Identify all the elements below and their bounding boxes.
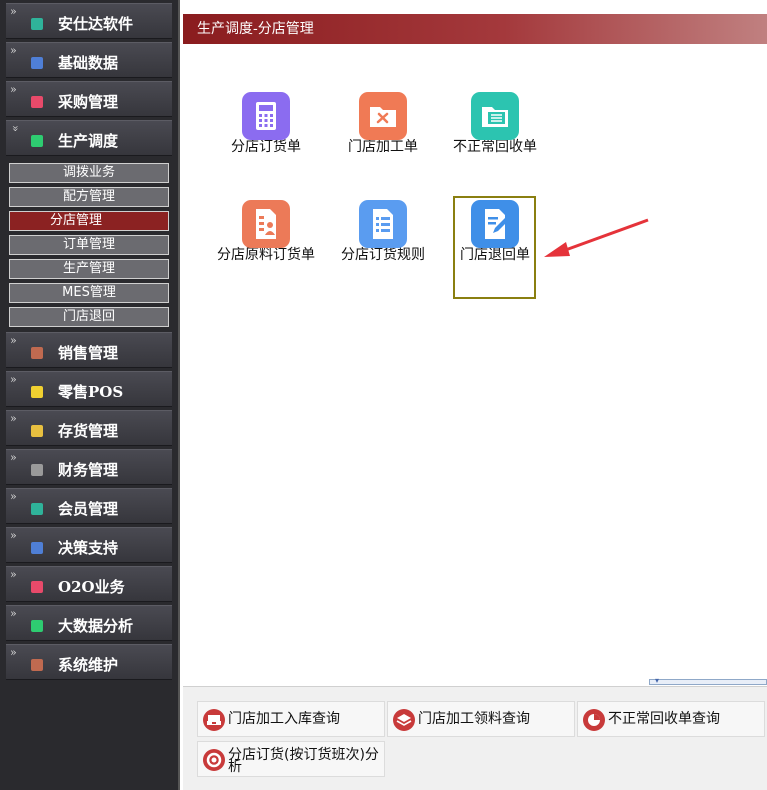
quick-link-label: 不正常回收单查询 (608, 711, 720, 727)
submenu-item-branch-management[interactable]: 分店管理 (9, 211, 169, 231)
double-chevron-icon: » (10, 490, 17, 503)
submenu-item-store-return[interactable]: 门店退回 (9, 307, 169, 327)
annotation-arrow-icon (544, 218, 649, 257)
page-title-bar: 生产调度-分店管理 (183, 14, 767, 44)
layers-icon (393, 709, 415, 731)
sidebar-item-retail-pos[interactable]: » 零售POS (6, 371, 172, 407)
sidebar-item-label: 决策支持 (58, 539, 119, 557)
sidebar-item-label: 采购管理 (58, 93, 119, 111)
submenu-item-mes[interactable]: MES管理 (9, 283, 169, 303)
tile-label: 分店原料订货单 (217, 247, 315, 263)
horizontal-scrollbar[interactable]: ▾ (649, 676, 767, 685)
tray-icon (203, 709, 225, 731)
quick-link-store-processing-material[interactable]: 门店加工领料查询 (387, 701, 575, 737)
green-box-icon (31, 620, 43, 632)
quick-link-branch-order-analysis[interactable]: 分店订货(按订货班次)分析 (197, 741, 385, 777)
submenu-item-orders[interactable]: 订单管理 (9, 235, 169, 255)
quick-link-label: 门店加工入库查询 (228, 711, 340, 727)
pie-chart-icon (583, 709, 605, 731)
double-chevron-icon: » (10, 373, 17, 386)
sidebar-item-basic-data[interactable]: » 基础数据 (6, 42, 172, 78)
double-chevron-icon: » (10, 646, 17, 659)
quick-link-label: 分店订货(按订货班次)分析 (228, 747, 379, 775)
tile-branch-material-order[interactable]: 分店原料订货单 (216, 200, 316, 263)
page-title: 生产调度-分店管理 (197, 21, 314, 37)
sidebar-item-system-maintenance[interactable]: » 系统维护 (6, 644, 172, 680)
sidebar-item-production[interactable]: » 生产调度 (6, 120, 172, 156)
quick-link-abnormal-recovery-query[interactable]: 不正常回收单查询 (577, 701, 765, 737)
double-chevron-icon: » (10, 44, 17, 57)
submenu-item-recipe[interactable]: 配方管理 (9, 187, 169, 207)
sidebar-item-label: 销售管理 (58, 344, 119, 362)
gray-box-icon (31, 464, 43, 476)
sidebar: » 安仕达软件 » 基础数据 » 采购管理 » 生产调度 调拨业务 配方管理 分… (0, 0, 180, 790)
sidebar-item-label: 基础数据 (58, 54, 119, 72)
double-chevron-icon: » (10, 607, 17, 620)
blue-box-icon (31, 542, 43, 554)
sidebar-item-members[interactable]: » 会员管理 (6, 488, 172, 524)
double-chevron-icon: » (10, 451, 17, 464)
sidebar-item-label: 会员管理 (58, 500, 119, 518)
quick-link-label: 门店加工领料查询 (418, 711, 530, 727)
double-chevron-icon: » (10, 334, 17, 347)
calculator-icon (242, 92, 290, 140)
double-chevron-icon: » (10, 568, 17, 581)
user-document-icon (242, 200, 290, 248)
submenu-item-production[interactable]: 生产管理 (9, 259, 169, 279)
double-chevron-icon: » (10, 412, 17, 425)
green-box-icon (31, 135, 43, 147)
scroll-arrow-icon: ▾ (655, 676, 660, 685)
submenu-item-transfer[interactable]: 调拨业务 (9, 163, 169, 183)
pink-box-icon (31, 581, 43, 593)
folder-list-icon (471, 92, 519, 140)
yellow-box-icon (31, 386, 43, 398)
tile-label: 分店订货规则 (341, 247, 425, 263)
sidebar-item-o2o[interactable]: » O2O业务 (6, 566, 172, 602)
sidebar-item-label: 安仕达软件 (58, 15, 134, 33)
tile-branch-order-rules[interactable]: 分店订货规则 (333, 200, 433, 263)
double-chevron-icon: » (10, 529, 17, 542)
sidebar-item-label: 系统维护 (58, 656, 119, 674)
gold-box-icon (31, 425, 43, 437)
tile-label: 门店加工单 (348, 139, 418, 155)
sidebar-item-label: O2O业务 (58, 578, 125, 596)
sidebar-item-anshida-software[interactable]: » 安仕达软件 (6, 3, 172, 39)
sidebar-item-label: 零售POS (58, 383, 124, 401)
sidebar-item-purchasing[interactable]: » 采购管理 (6, 81, 172, 117)
lifebuoy-icon (203, 749, 225, 771)
checklist-icon (359, 200, 407, 248)
sidebar-item-label: 生产调度 (58, 132, 119, 150)
tile-label: 不正常回收单 (453, 139, 537, 155)
teal-box-icon (31, 18, 43, 30)
sidebar-item-inventory[interactable]: » 存货管理 (6, 410, 172, 446)
sidebar-item-big-data[interactable]: » 大数据分析 (6, 605, 172, 641)
production-submenu: 调拨业务 配方管理 分店管理 订单管理 生产管理 MES管理 门店退回 (6, 156, 172, 329)
sidebar-item-label: 大数据分析 (58, 617, 134, 635)
sidebar-item-label: 存货管理 (58, 422, 119, 440)
tile-label: 分店订货单 (231, 139, 301, 155)
teal-box-icon (31, 503, 43, 515)
quick-link-store-processing-inbound[interactable]: 门店加工入库查询 (197, 701, 385, 737)
quick-links-panel: 门店加工入库查询 门店加工领料查询 不正常回收单查询 分店订货(按订货班次)分析 (183, 686, 767, 790)
sidebar-item-sales[interactable]: » 销售管理 (6, 332, 172, 368)
sidebar-item-label: 财务管理 (58, 461, 119, 479)
double-chevron-icon: » (10, 83, 17, 96)
pink-box-icon (31, 96, 43, 108)
brown-box-icon (31, 659, 43, 671)
highlight-frame (453, 196, 536, 299)
brown-box-icon (31, 347, 43, 359)
tile-abnormal-recovery[interactable]: 不正常回收单 (445, 92, 545, 155)
blue-box-icon (31, 57, 43, 69)
sidebar-item-decision-support[interactable]: » 决策支持 (6, 527, 172, 563)
tile-branch-order[interactable]: 分店订货单 (216, 92, 316, 155)
tile-store-processing[interactable]: 门店加工单 (333, 92, 433, 155)
double-chevron-down-icon: » (8, 125, 22, 132)
double-chevron-icon: » (10, 5, 17, 18)
sidebar-item-finance[interactable]: » 财务管理 (6, 449, 172, 485)
tools-folder-icon (359, 92, 407, 140)
